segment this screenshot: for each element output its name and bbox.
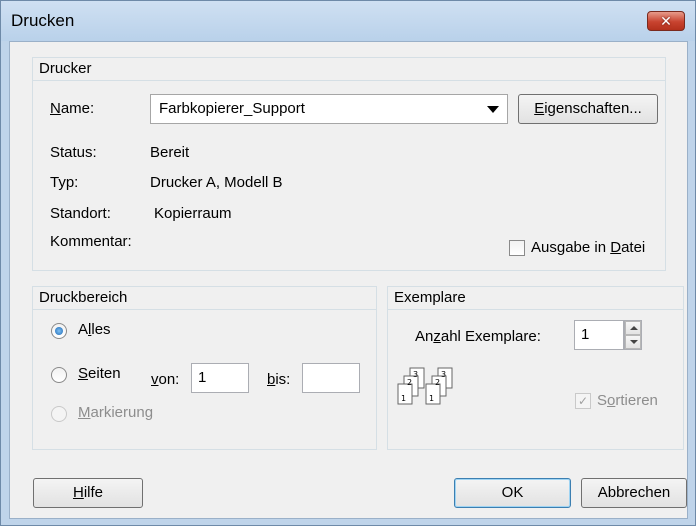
help-button[interactable]: Hilfe — [33, 478, 143, 508]
collate-sheet-1b: 1 — [429, 394, 434, 403]
arrow-up-icon — [630, 326, 638, 330]
ok-button[interactable]: OK — [454, 478, 571, 508]
collate-label[interactable]: Sortieren — [597, 392, 658, 409]
page-range-label[interactable]: Seiten — [78, 365, 121, 382]
collate-sheet-2a: 2 — [407, 378, 412, 387]
chevron-down-icon[interactable] — [487, 106, 499, 113]
collate-pages-icon: 3 2 1 3 2 1 — [397, 367, 453, 405]
type-value: Drucker A, Modell B — [150, 174, 283, 191]
ok-button-label: OK — [501, 484, 524, 501]
copies-count-label: Anzahl Exemplare: — [415, 328, 541, 345]
print-dialog-window: Drucken ✕ Drucker Name: Farbkopierer_Sup… — [0, 0, 696, 526]
type-label: Typ: — [50, 174, 79, 191]
copies-count-input[interactable]: 1 — [574, 320, 624, 350]
cancel-button-label: Abbrechen — [597, 484, 671, 501]
from-page-input[interactable]: 1 — [191, 363, 249, 393]
collate-sheet-1a: 1 — [401, 394, 406, 403]
selection-label[interactable]: Markierung — [78, 404, 153, 421]
print-to-file-label[interactable]: Ausgabe in Datei — [531, 239, 645, 256]
printer-group-header: Drucker — [33, 58, 665, 81]
spin-up-button[interactable] — [625, 321, 641, 335]
checkmark-icon: ✓ — [577, 394, 589, 408]
page-range-radio[interactable] — [51, 367, 67, 383]
copies-group-header: Exemplare — [388, 287, 683, 310]
all-pages-label[interactable]: Alles — [78, 321, 111, 338]
collate-sheet-3b: 3 — [441, 370, 446, 379]
printer-name-label: Name: — [50, 100, 95, 117]
collate-set-1: 3 2 1 — [397, 367, 425, 405]
to-label: bis: — [267, 371, 291, 388]
from-page-value: 1 — [198, 369, 207, 386]
collate-sheet-2b: 2 — [435, 378, 440, 387]
window-title: Drucken — [11, 11, 75, 30]
cancel-button[interactable]: Abbrechen — [581, 478, 687, 508]
location-value: Kopierraum — [154, 205, 232, 222]
print-to-file-checkbox[interactable] — [509, 240, 525, 256]
from-label: von: — [151, 371, 180, 388]
print-range-group-header: Druckbereich — [33, 287, 376, 310]
collate-sheet-3a: 3 — [413, 370, 418, 379]
status-label: Status: — [50, 144, 97, 161]
close-icon: ✕ — [660, 12, 672, 29]
properties-button[interactable]: Eigenschaften... — [518, 94, 658, 124]
to-page-input[interactable] — [302, 363, 360, 393]
copies-spinner[interactable] — [624, 320, 642, 350]
arrow-down-icon — [630, 340, 638, 344]
copies-count-value: 1 — [581, 326, 590, 343]
location-label: Standort: — [50, 205, 111, 222]
selection-radio[interactable] — [51, 406, 67, 422]
spin-down-button[interactable] — [625, 335, 641, 349]
collate-checkbox[interactable]: ✓ — [575, 393, 591, 409]
collate-set-2: 3 2 1 — [425, 367, 453, 405]
title-bar[interactable]: Drucken ✕ — [1, 1, 695, 41]
all-pages-radio[interactable] — [51, 323, 67, 339]
printer-name-select[interactable]: Farbkopierer_Support — [150, 94, 508, 124]
printer-name-value: Farbkopierer_Support — [159, 100, 305, 117]
close-button[interactable]: ✕ — [647, 11, 685, 31]
comment-label: Kommentar: — [50, 233, 132, 250]
status-value: Bereit — [150, 144, 190, 161]
